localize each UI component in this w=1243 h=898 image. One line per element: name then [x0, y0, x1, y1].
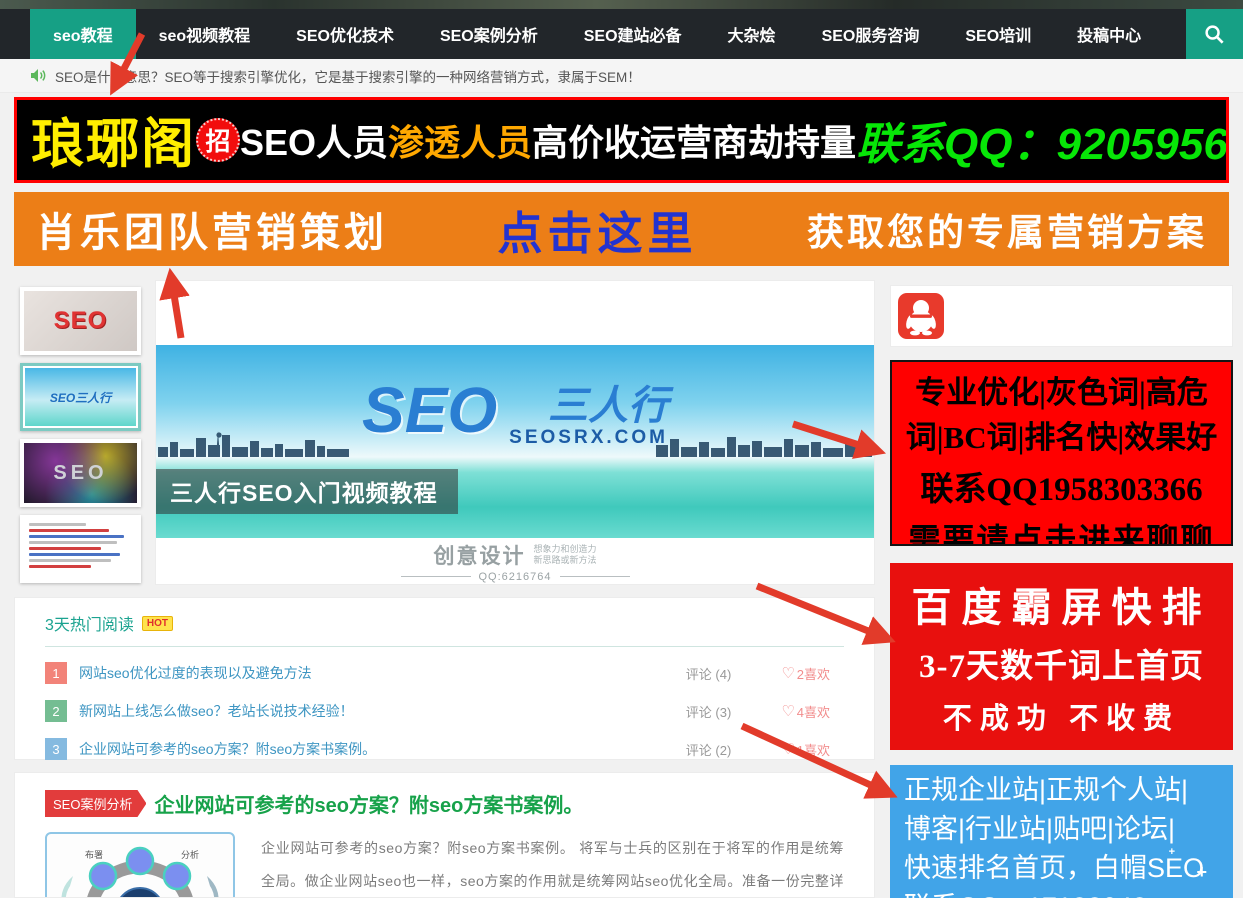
banner-click-here[interactable]: 点击这里	[497, 197, 697, 262]
logo-seo-text: SEO	[362, 381, 497, 439]
divider-line	[401, 576, 471, 577]
nav-item-seo-cases[interactable]: SEO案例分析	[417, 9, 561, 59]
ad-text-services: 专业优化|灰色词|高危词|BC词|排名快|效果好	[892, 370, 1231, 460]
slide-image[interactable]: SEO 三人行 SEOSRX.COM 三人行SEO入门视频教程	[156, 345, 874, 538]
serp-mock	[24, 519, 137, 579]
heart-icon: ♡	[781, 705, 794, 718]
main-nav: seo教程 seo视频教程 SEO优化技术 SEO案例分析 SEO建站必备 大杂…	[30, 9, 1164, 59]
recruit-badge: 招	[196, 118, 240, 162]
qq-icon[interactable]	[898, 293, 944, 339]
ad-contact-qq: 联系QQ：3003928675	[890, 745, 1233, 750]
ad-headline: 百度霸屏快排	[890, 575, 1233, 633]
ad-guarantee: 不成功 不收费	[890, 695, 1233, 737]
likes-count: 4喜欢	[797, 702, 830, 721]
sparkle-icon: +	[1196, 853, 1207, 892]
rank-badge: 2	[45, 700, 67, 722]
article-title-link[interactable]: 企业网站可参考的seo方案？附seo方案书案例。	[154, 789, 583, 818]
design-studio-mark: 创意设计 想象力和创造力 新思路或新方法 QQ:6216764	[156, 538, 874, 584]
ad-line-3: 快速排名首页，白帽SEO	[904, 849, 1233, 888]
qq-contact-card	[890, 285, 1233, 347]
list-item: 1 网站seo优化过度的表现以及避免方法 评论 (4) ♡2喜欢	[45, 654, 844, 692]
thumb-label: SEO三人行	[50, 389, 111, 406]
nav-item-seo-tech[interactable]: SEO优化技术	[273, 9, 417, 59]
notice-bar: SEO是什么意思？SEO等于搜索引擎优化，它是基于搜索引擎的一种网络营销方式，隶…	[0, 59, 1243, 93]
design-slogan-2: 新思路或新方法	[533, 555, 596, 566]
ad-line-1: 正规企业站|正规个人站|	[904, 771, 1233, 810]
notice-text: SEO是什么意思？SEO等于搜索引擎优化，它是基于搜索引擎的一种网络营销方式，隶…	[55, 66, 641, 86]
nav-item-seo-training[interactable]: SEO培训	[942, 9, 1054, 59]
slider-thumb-serp-screenshot[interactable]	[20, 515, 141, 583]
main-slider[interactable]: SEO 三人行 SEOSRX.COM 三人行SEO入门视频教程 创意设计 想象力…	[155, 280, 875, 585]
article-preview: SEO案例分析 企业网站可参考的seo方案？附seo方案书案例。 布署 分析 企…	[14, 772, 875, 898]
hot-reads-panel: 3天热门阅读 HOT 1 网站seo优化过度的表现以及避免方法 评论 (4) ♡…	[14, 597, 875, 760]
sparkle-icon: +	[1169, 833, 1175, 872]
hot-badge: HOT	[142, 616, 173, 631]
banner-promise: 获取您的专属营销方案	[807, 202, 1207, 256]
hot-article-link[interactable]: 新网站上线怎么做seo？老站长说技术经验！	[79, 701, 354, 721]
banner-recruit-traffic: 高价收运营商劫持量	[532, 114, 856, 166]
likes-link[interactable]: ♡2喜欢	[781, 664, 830, 683]
slider-thumbnails: SEO SEO三人行 SEO	[20, 287, 141, 591]
banner-brand: 琅琊阁	[31, 102, 196, 178]
sidebar-ad-whitehat-seo[interactable]: 正规企业站|正规个人站| 博客|行业站|贴吧|论坛| 快速排名首页，白帽SEO …	[890, 765, 1233, 898]
hot-article-link[interactable]: 企业网站可参考的seo方案？附seo方案书案例。	[79, 739, 376, 759]
hot-article-link[interactable]: 网站seo优化过度的表现以及避免方法	[79, 663, 312, 683]
search-button[interactable]	[1186, 9, 1243, 59]
rank-badge: 3	[45, 738, 67, 760]
banner-recruit-pentest: 渗透人员	[388, 114, 532, 166]
banner-recruit-seo: SEO人员	[240, 114, 388, 166]
hot-reads-title: 3天热门阅读	[45, 611, 134, 635]
nav-item-submission[interactable]: 投稿中心	[1054, 9, 1164, 59]
banner-team-name: 肖乐团队营销策划	[36, 200, 388, 258]
logo-cn-text: 三人行	[548, 385, 668, 427]
ad-line-2: 博客|行业站|贴吧|论坛|	[904, 810, 1233, 849]
search-icon	[1203, 23, 1226, 46]
ad-contact-qq: 联系QQ1958303366	[892, 462, 1231, 510]
slide-caption[interactable]: 三人行SEO入门视频教程	[156, 469, 458, 514]
sidebar-ad-baidu-ranking[interactable]: 百度霸屏快排 3-7天数千词上首页 不成功 不收费 联系QQ：300392867…	[890, 563, 1233, 750]
ad-cta-text: 需要请点击进来聊聊	[892, 515, 1231, 546]
article-excerpt: 企业网站可参考的seo方案？附seo方案书案例。 将军与士兵的区别在于将军的作用…	[261, 832, 844, 898]
design-mark-name: 创意设计	[433, 540, 525, 570]
slider-thumb-seo-hands[interactable]: SEO	[20, 287, 141, 355]
category-label[interactable]: SEO案例分析	[45, 790, 146, 817]
banner-contact-qq: 联系QQ：9205956	[856, 108, 1228, 172]
list-item: 2 新网站上线怎么做seo？老站长说技术经验！ 评论 (3) ♡4喜欢	[45, 692, 844, 730]
heart-icon: ♡	[781, 743, 794, 756]
diagram-label-right: 分析	[181, 849, 199, 860]
nav-item-seo-tutorial[interactable]: seo教程	[30, 9, 136, 59]
nav-item-seo-video[interactable]: seo视频教程	[136, 9, 274, 59]
comments-link[interactable]: 评论 (3)	[686, 702, 732, 721]
nav-item-misc[interactable]: 大杂烩	[705, 9, 799, 59]
slider-thumb-seo-colorful[interactable]: SEO	[20, 439, 141, 507]
thumb-label: SEO	[54, 307, 108, 335]
likes-link[interactable]: ♡1喜欢	[781, 740, 830, 759]
likes-link[interactable]: ♡4喜欢	[781, 702, 830, 721]
heart-icon: ♡	[781, 667, 794, 680]
thumb-label: SEO	[53, 462, 107, 485]
design-slogan-1: 想象力和创造力	[533, 544, 596, 555]
logo-domain-text: SEOSRX.COM	[509, 427, 668, 449]
design-qq: QQ:6216764	[479, 571, 552, 583]
nav-item-site-building[interactable]: SEO建站必备	[561, 9, 705, 59]
comments-link[interactable]: 评论 (4)	[686, 664, 732, 683]
ad-subline: 3-7天数千词上首页	[890, 639, 1233, 687]
speaker-icon	[30, 68, 47, 83]
diagram-label-left: 布署	[85, 849, 103, 860]
marketing-ad-banner[interactable]: 肖乐团队营销策划 点击这里 获取您的专属营销方案	[14, 192, 1229, 266]
comments-link[interactable]: 评论 (2)	[686, 740, 732, 759]
top-navbar: seo教程 seo视频教程 SEO优化技术 SEO案例分析 SEO建站必备 大杂…	[0, 0, 1243, 59]
article-thumbnail[interactable]: 布署 分析	[45, 832, 235, 898]
likes-count: 2喜欢	[797, 664, 830, 683]
rank-badge: 1	[45, 662, 67, 684]
slider-thumb-seosrx-active[interactable]: SEO三人行	[20, 363, 141, 431]
sidebar-ad-gray-words[interactable]: 专业优化|灰色词|高危词|BC词|排名快|效果好 联系QQ1958303366 …	[890, 360, 1233, 546]
seosrx-logo: SEO 三人行 SEOSRX.COM	[156, 381, 874, 449]
list-item: 3 企业网站可参考的seo方案？附seo方案书案例。 评论 (2) ♡1喜欢	[45, 730, 844, 768]
divider-line	[560, 576, 630, 577]
nav-item-seo-service[interactable]: SEO服务咨询	[799, 9, 943, 59]
likes-count: 1喜欢	[797, 740, 830, 759]
ad-line-4: 联系QQ：17183048	[904, 888, 1233, 898]
recruit-ad-banner[interactable]: 琅琊阁 招 SEO人员 渗透人员 高价收运营商劫持量 联系QQ：9205956	[14, 97, 1229, 183]
